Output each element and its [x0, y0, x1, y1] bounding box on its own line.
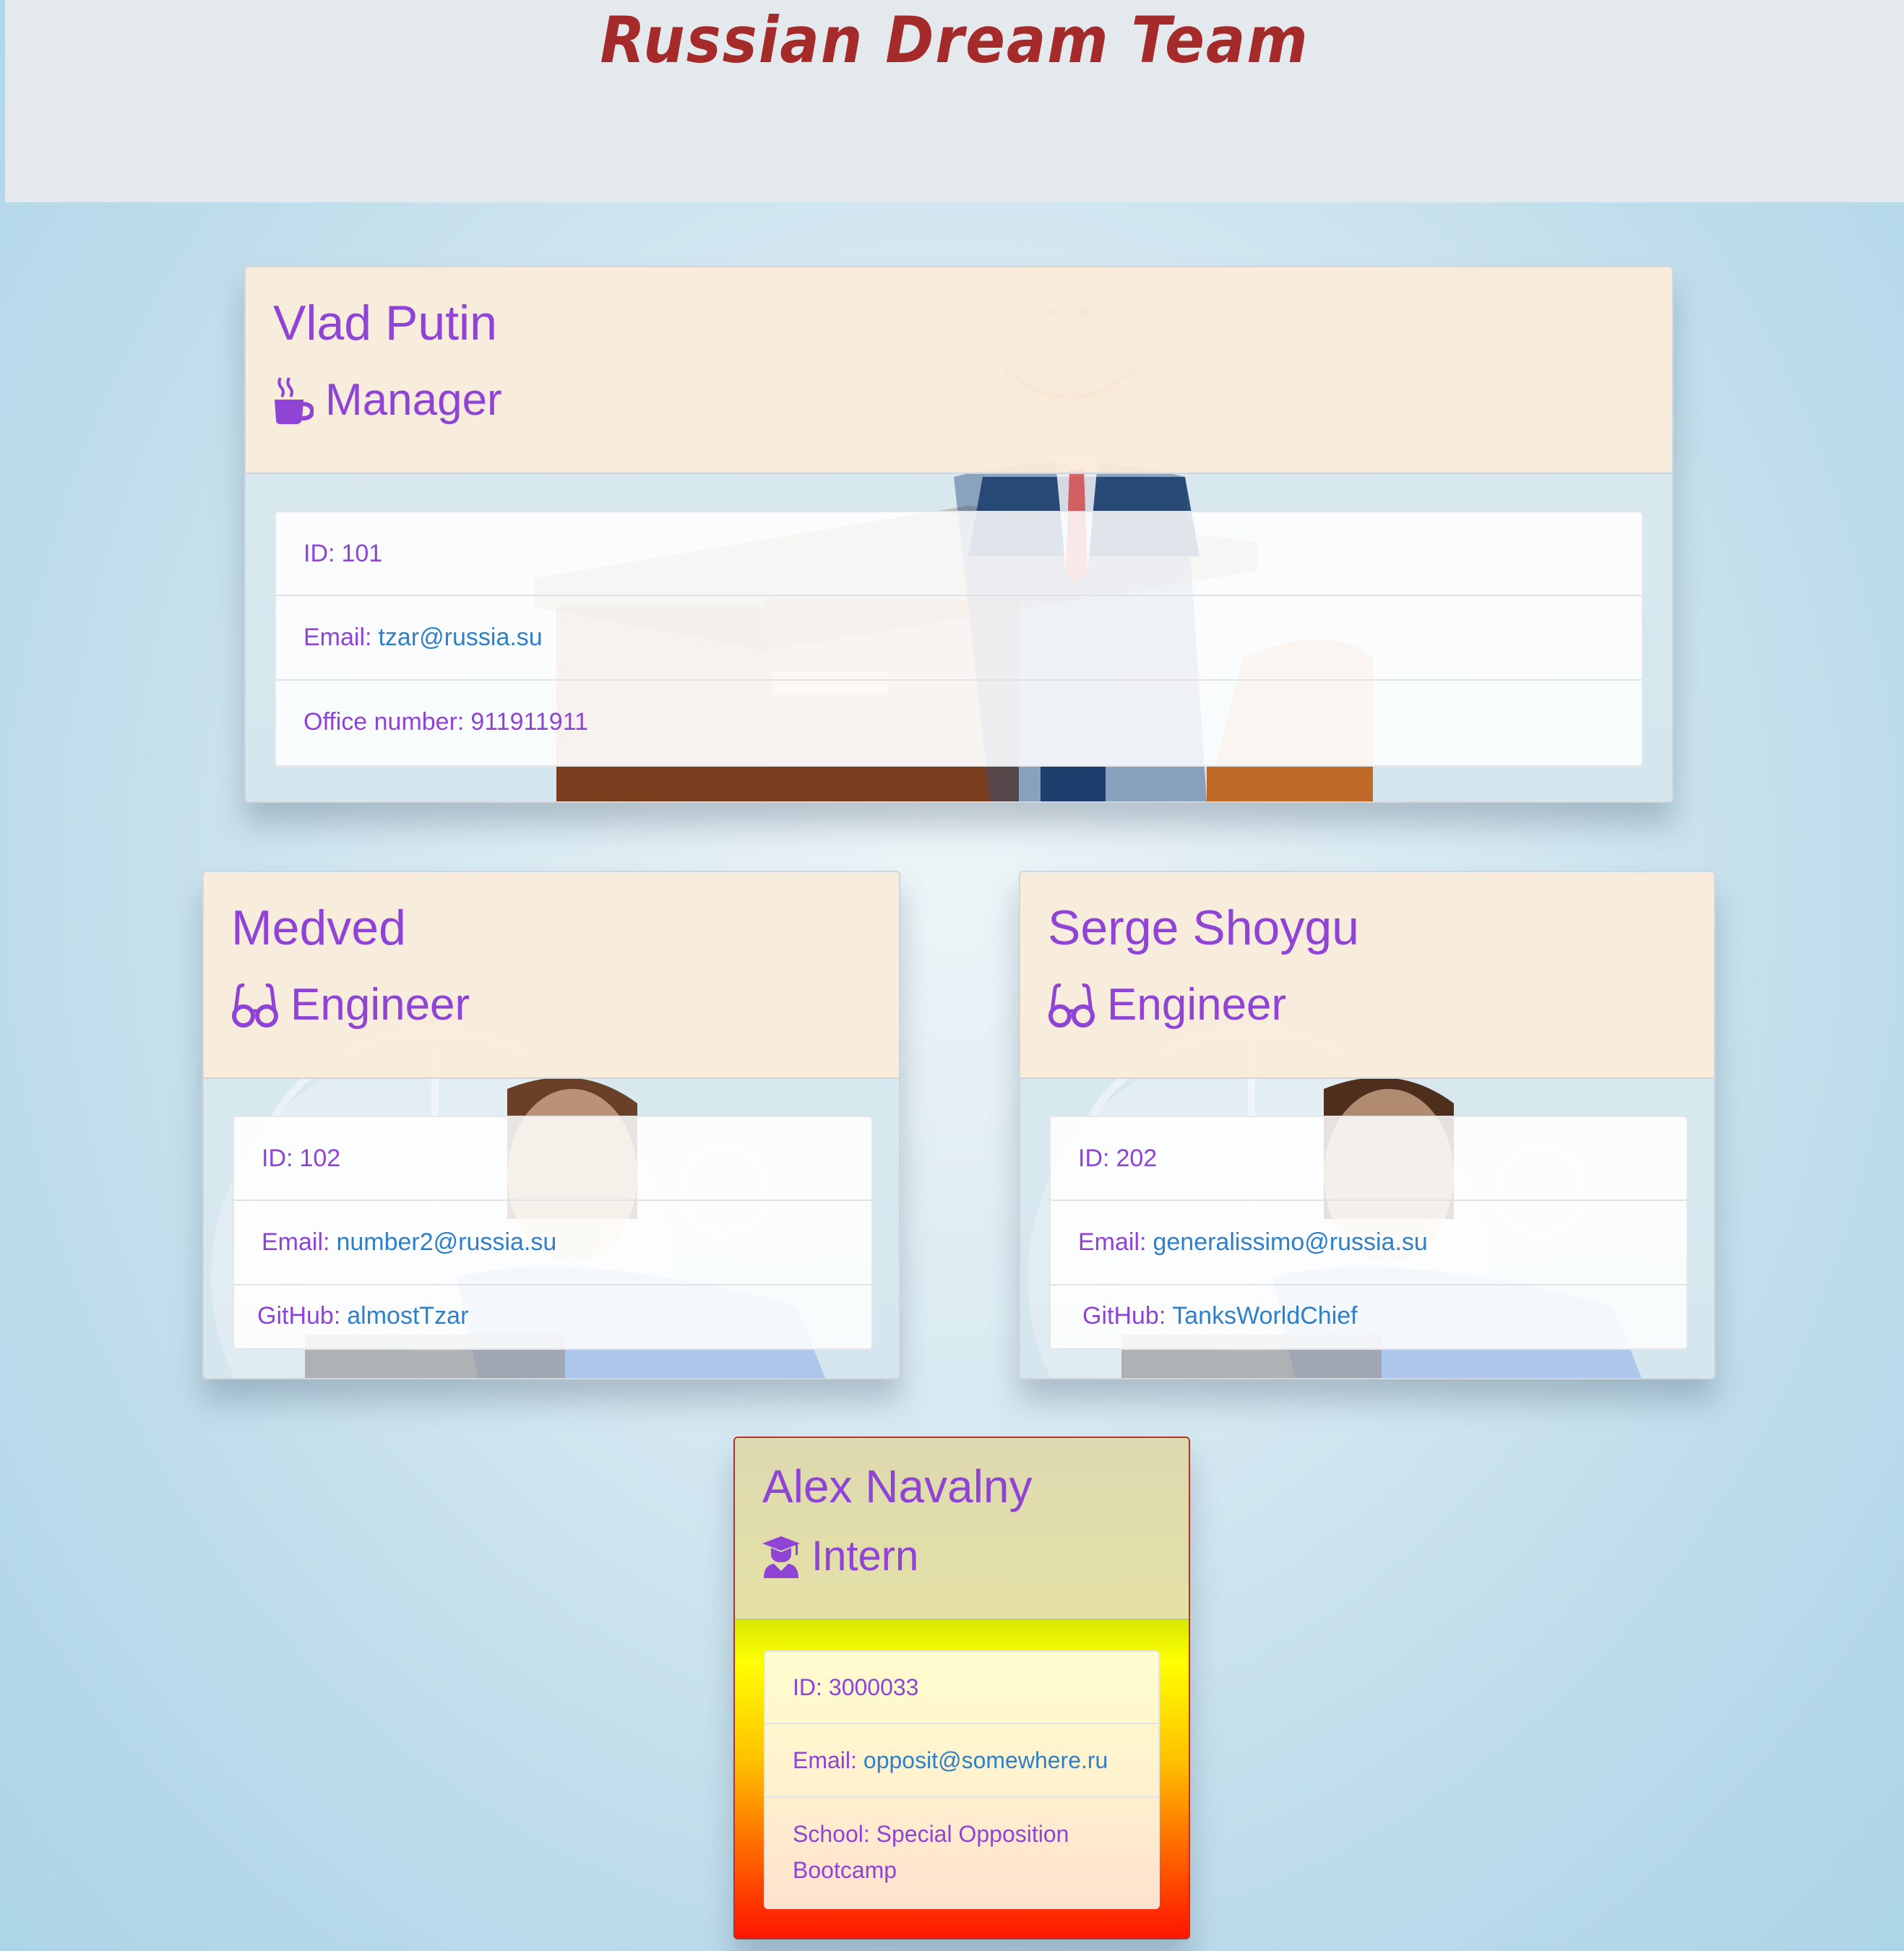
- employee-email: Email: opposit@somewhere.ru: [765, 1724, 1158, 1798]
- id-value: 3000033: [828, 1674, 919, 1700]
- page-header: Russian Dream Team: [5, 0, 1904, 202]
- role-label: Intern: [811, 1533, 919, 1580]
- employee-school: School: Special Opposition Bootcamp: [765, 1798, 1158, 1906]
- school-text: School: Special Opposition Bootcamp: [793, 1816, 1129, 1888]
- email-label: Email:: [303, 624, 372, 651]
- employee-role: Intern: [762, 1532, 918, 1580]
- email-link[interactable]: number2@russia.su: [336, 1228, 556, 1257]
- employee-email: Email: tzar@russia.su: [276, 596, 1642, 681]
- employee-email: Email: number2@russia.su: [234, 1201, 871, 1285]
- office-number-label: Office number:: [303, 708, 465, 736]
- employee-github: GitHub: almostTzar: [234, 1285, 871, 1347]
- employee-office-number: Office number: 911911911: [276, 681, 1642, 764]
- employee-name: Medved: [231, 900, 406, 955]
- employee-info-list: ID: 102 Email: number2@russia.su GitHub:…: [233, 1116, 873, 1350]
- employee-info-list: ID: 101 Email: tzar@russia.su Office num…: [275, 511, 1643, 767]
- id-label: ID:: [1078, 1144, 1110, 1172]
- card-header: Medved Engineer: [204, 872, 899, 1079]
- employee-card-intern: Alex Navalny Intern ID: 3000033 Email: o…: [733, 1437, 1190, 1939]
- email-label: Email:: [1078, 1228, 1147, 1256]
- mug-hot-icon: [275, 376, 314, 424]
- id-value: 101: [341, 539, 383, 567]
- employee-email: Email: generalissimo@russia.su: [1051, 1201, 1687, 1285]
- card-header: Alex Navalny Intern: [735, 1438, 1189, 1620]
- github-link[interactable]: almostTzar: [347, 1302, 468, 1330]
- employee-id: ID: 101: [276, 512, 1642, 596]
- email-label: Email:: [262, 1228, 330, 1256]
- employee-card-engineer-2: Serge Shoygu Engineer ID: 202 Email: gen…: [1019, 871, 1715, 1379]
- id-value: 202: [1116, 1144, 1158, 1172]
- role-label: Manager: [325, 375, 502, 425]
- email-link[interactable]: tzar@russia.su: [378, 624, 542, 652]
- employee-id: ID: 202: [1051, 1117, 1687, 1201]
- role-label: Engineer: [290, 980, 470, 1030]
- employee-info-list: ID: 3000033 Email: opposit@somewhere.ru …: [764, 1650, 1160, 1909]
- id-value: 102: [299, 1144, 341, 1172]
- email-link[interactable]: generalissimo@russia.su: [1153, 1228, 1427, 1257]
- employee-id: ID: 3000033: [765, 1652, 1158, 1724]
- glasses-icon: [1048, 983, 1095, 1028]
- github-link[interactable]: TanksWorldChief: [1172, 1302, 1357, 1330]
- employee-github: GitHub: TanksWorldChief: [1051, 1285, 1687, 1347]
- github-label: GitHub:: [257, 1302, 341, 1330]
- employee-card-engineer-1: Medved Engineer ID: 102 Email: number2@r…: [202, 871, 900, 1379]
- email-label: Email:: [793, 1747, 857, 1773]
- email-link[interactable]: opposit@somewhere.ru: [863, 1747, 1108, 1774]
- employee-info-list: ID: 202 Email: generalissimo@russia.su G…: [1049, 1116, 1688, 1350]
- id-label: ID:: [303, 539, 335, 567]
- employee-id: ID: 102: [234, 1117, 871, 1201]
- employee-name: Vlad Putin: [273, 296, 497, 350]
- office-number-value: 911911911: [470, 708, 588, 736]
- employee-role: Engineer: [231, 979, 470, 1030]
- id-label: ID:: [262, 1144, 293, 1172]
- card-header: Vlad Putin Manager: [246, 267, 1672, 474]
- card-header: Serge Shoygu Engineer: [1020, 872, 1714, 1079]
- page-title: Russian Dream Team: [600, 3, 1309, 77]
- employee-role: Manager: [273, 374, 502, 426]
- id-label: ID:: [793, 1674, 822, 1700]
- employee-name: Alex Navalny: [762, 1460, 1033, 1512]
- role-label: Engineer: [1107, 980, 1287, 1030]
- employee-card-manager: Vlad Putin Manager ID: 101 Email: tzar@r…: [244, 266, 1673, 803]
- employee-role: Engineer: [1048, 979, 1286, 1030]
- github-label: GitHub:: [1082, 1302, 1166, 1330]
- employee-name: Serge Shoygu: [1048, 900, 1359, 955]
- school-label: School:: [793, 1821, 870, 1847]
- user-graduate-icon: [762, 1536, 800, 1578]
- glasses-icon: [232, 983, 278, 1028]
